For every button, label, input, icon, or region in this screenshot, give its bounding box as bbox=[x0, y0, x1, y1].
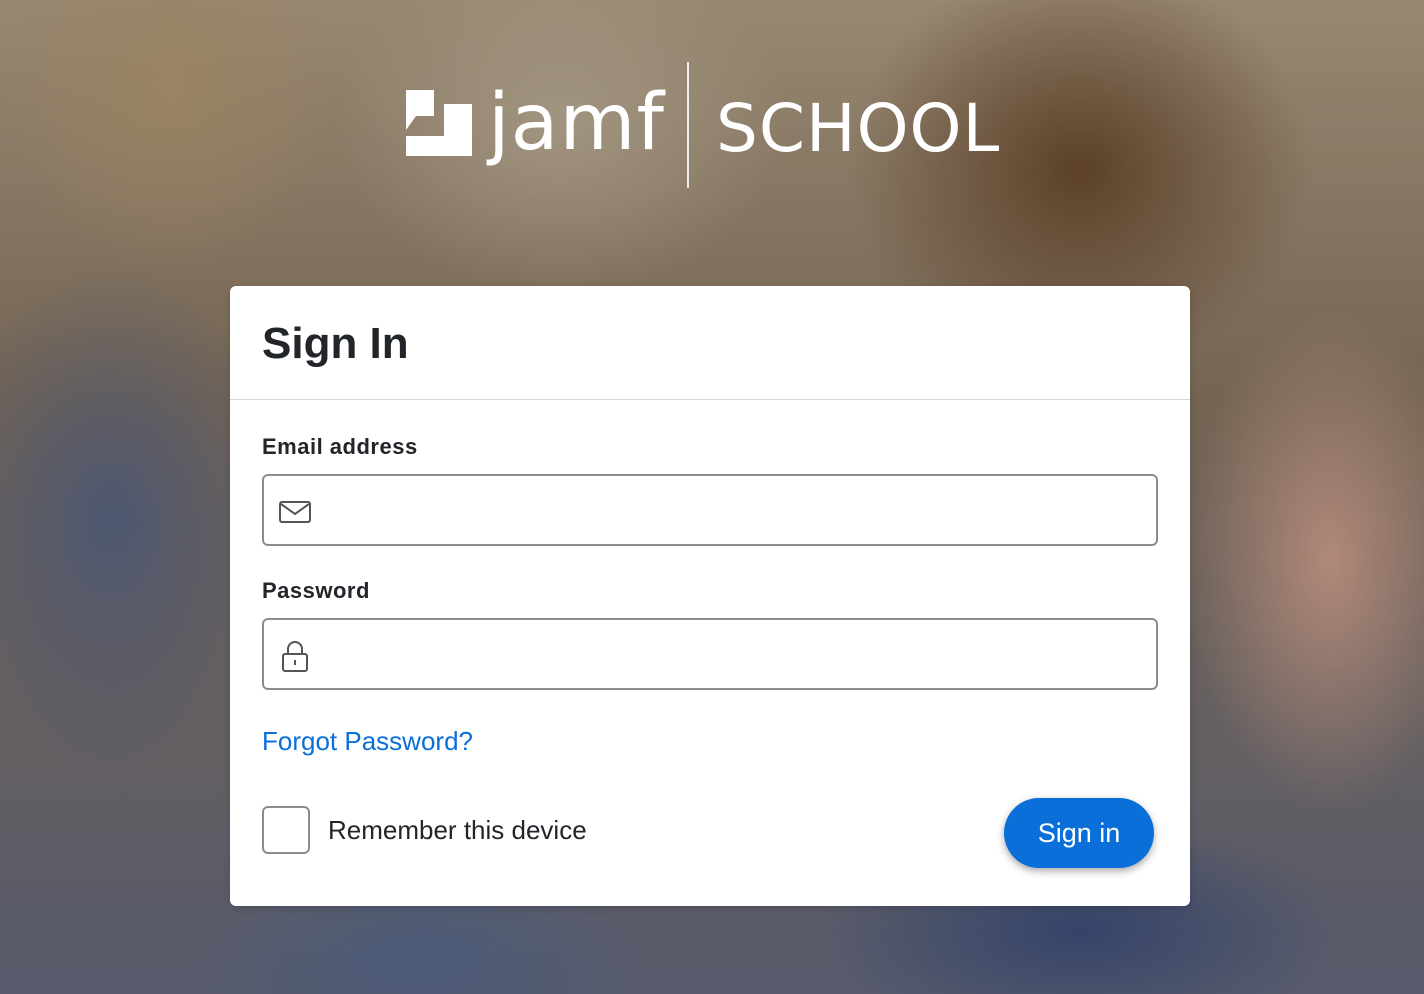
mail-icon bbox=[279, 501, 311, 523]
jamf-logo-mark bbox=[406, 90, 472, 156]
remember-device-checkbox[interactable] bbox=[262, 806, 310, 854]
remember-device-label[interactable]: Remember this device bbox=[328, 815, 587, 846]
logo-divider bbox=[687, 62, 689, 188]
logo-product-name: SCHOOL bbox=[716, 90, 1001, 167]
sign-in-card: Sign In Email address Password Forgot Pa… bbox=[230, 286, 1190, 906]
email-label: Email address bbox=[262, 434, 418, 459]
password-field-wrapper[interactable] bbox=[262, 618, 1158, 690]
logo-wordmark: jamf bbox=[488, 78, 665, 168]
sign-in-button[interactable]: Sign in bbox=[1004, 798, 1154, 868]
jamf-school-logo: jamf SCHOOL bbox=[404, 60, 1024, 190]
password-label: Password bbox=[262, 578, 370, 603]
email-field-wrapper[interactable] bbox=[262, 474, 1158, 546]
sign-in-header: Sign In bbox=[230, 286, 1190, 400]
lock-icon bbox=[282, 641, 308, 672]
email-field[interactable] bbox=[330, 476, 1144, 546]
remember-device: Remember this device bbox=[262, 804, 587, 856]
forgot-password-link[interactable]: Forgot Password? bbox=[262, 726, 473, 757]
page-title: Sign In bbox=[262, 319, 409, 368]
password-field[interactable] bbox=[330, 620, 1144, 690]
